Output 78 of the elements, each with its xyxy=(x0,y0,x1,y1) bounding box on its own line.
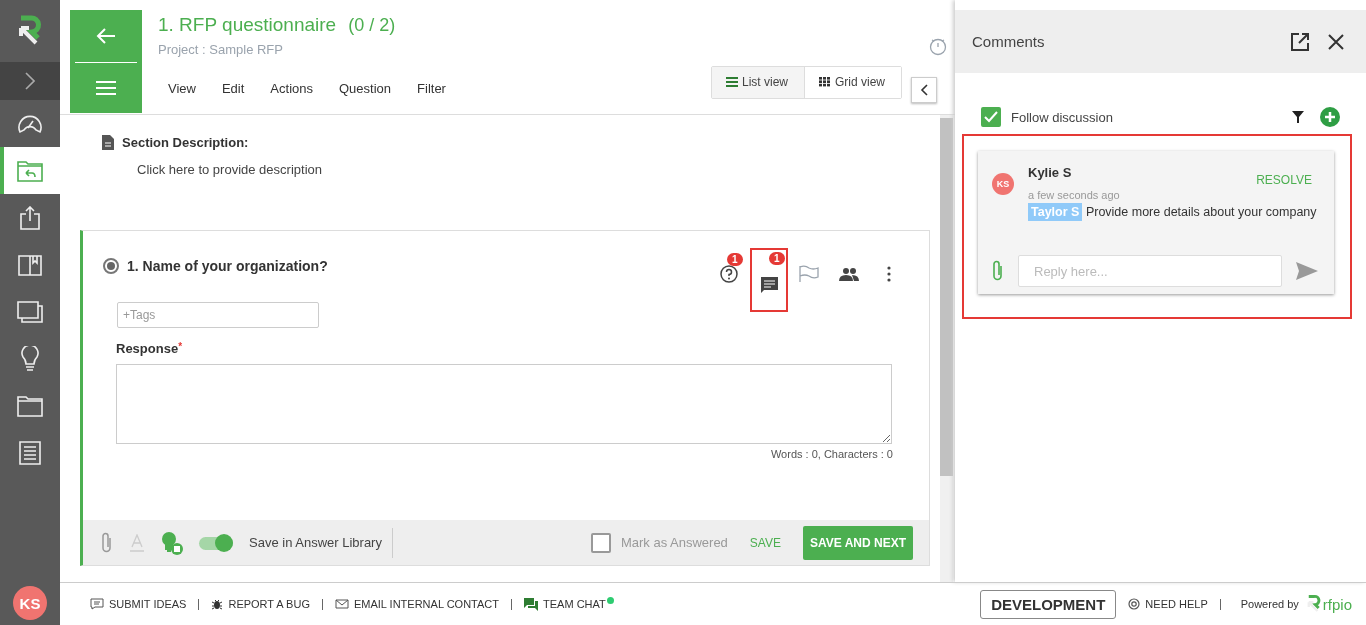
comment-time: a few seconds ago xyxy=(1028,189,1120,201)
menu-item[interactable]: Question xyxy=(329,80,402,96)
send-icon[interactable] xyxy=(1296,262,1318,280)
menu-item[interactable]: Filter xyxy=(407,80,456,96)
powered-by-text: Powered by xyxy=(1240,598,1299,610)
reply-field[interactable]: Reply here... xyxy=(1018,255,1282,287)
menu-item[interactable]: Actions xyxy=(260,80,323,96)
footer-link[interactable]: REPORT A BUG xyxy=(228,598,310,610)
sidebar-item[interactable] xyxy=(0,147,60,194)
checkbox-label: Follow discussion xyxy=(1011,109,1114,125)
back-arrow-icon[interactable] xyxy=(96,27,116,45)
logo-icon xyxy=(1306,594,1321,614)
question-title: 1. Name of your organization? xyxy=(127,258,328,274)
paperclip-icon[interactable] xyxy=(101,531,113,554)
open-external-icon[interactable] xyxy=(1290,31,1310,52)
people-icon[interactable] xyxy=(839,267,859,281)
list-icon xyxy=(725,77,738,87)
comment-author: Kylie S xyxy=(1028,165,1072,182)
project-name: Project : Sample RFP xyxy=(158,42,284,57)
grid-icon xyxy=(819,77,831,87)
brand-name: rfpio xyxy=(1322,595,1352,613)
word-count: Words : 0, Characters : 0 xyxy=(770,448,893,460)
chevron-right-icon[interactable] xyxy=(25,72,35,90)
section-heading: Section Description: xyxy=(122,135,249,150)
document-list-icon xyxy=(19,440,41,465)
comment-text: Provide more details about your company xyxy=(1085,205,1317,219)
panel-title: Comments xyxy=(972,33,1046,50)
windows-icon xyxy=(17,300,43,323)
count-badge: 1 xyxy=(769,252,785,265)
flag-icon[interactable] xyxy=(799,265,819,283)
upload-icon xyxy=(19,205,41,230)
response-label: Response xyxy=(116,341,179,356)
checkbox[interactable] xyxy=(981,107,1001,127)
footer-link[interactable]: SUBMIT IDEAS xyxy=(109,598,187,610)
menu-item[interactable]: View xyxy=(158,80,206,96)
footer-link[interactable]: EMAIL INTERNAL CONTACT xyxy=(353,598,499,610)
required-mark: * xyxy=(178,341,183,352)
folder-reply-icon xyxy=(17,159,43,182)
comment-icon[interactable] xyxy=(760,276,778,294)
radio-button[interactable] xyxy=(103,258,119,274)
collapse-button[interactable] xyxy=(911,77,937,103)
footer-link[interactable]: TEAM CHAT xyxy=(543,598,606,610)
paperclip-icon[interactable] xyxy=(992,260,1004,282)
menu-icon[interactable] xyxy=(96,81,116,95)
bug-icon xyxy=(211,598,224,610)
stopwatch-icon[interactable] xyxy=(929,36,947,56)
environment-badge: DEVELOPMENT xyxy=(980,589,1117,619)
scrollbar[interactable] xyxy=(940,115,953,582)
toggle-switch[interactable] xyxy=(199,533,233,552)
lifebuoy-icon xyxy=(1128,598,1141,610)
response-field[interactable] xyxy=(116,364,892,444)
user-avatar: KS xyxy=(992,173,1014,195)
page-title: 1. RFP questionnaire xyxy=(158,14,337,36)
status-dot xyxy=(606,596,614,604)
checkbox-label: Mark as Answered xyxy=(620,535,728,550)
bulb-save-icon[interactable] xyxy=(161,530,183,555)
folder-icon xyxy=(17,394,43,417)
toggle-label: Save in Answer Library xyxy=(249,527,393,558)
book-icon xyxy=(18,253,42,276)
count-badge: 1 xyxy=(727,253,743,266)
description-prompt[interactable]: Click here to provide description xyxy=(137,162,322,177)
close-icon[interactable] xyxy=(1328,33,1344,50)
add-icon[interactable] xyxy=(1320,107,1340,127)
tags-field[interactable]: +Tags xyxy=(117,302,319,328)
help-link[interactable]: NEED HELP xyxy=(1145,598,1208,610)
bulb-icon xyxy=(20,345,40,372)
view-tab[interactable]: List view xyxy=(711,66,805,98)
checkbox[interactable] xyxy=(590,532,611,553)
envelope-icon xyxy=(334,599,349,609)
speech-bubble-icon xyxy=(90,598,104,610)
question-count: (0 / 2) xyxy=(348,14,396,36)
help-icon[interactable] xyxy=(720,265,738,283)
filter-icon[interactable] xyxy=(1292,111,1304,123)
more-icon[interactable] xyxy=(887,266,891,282)
document-icon xyxy=(102,135,114,150)
chevron-left-icon xyxy=(920,84,928,96)
chat-icon xyxy=(524,597,538,611)
menu-item[interactable]: Edit xyxy=(211,80,255,96)
